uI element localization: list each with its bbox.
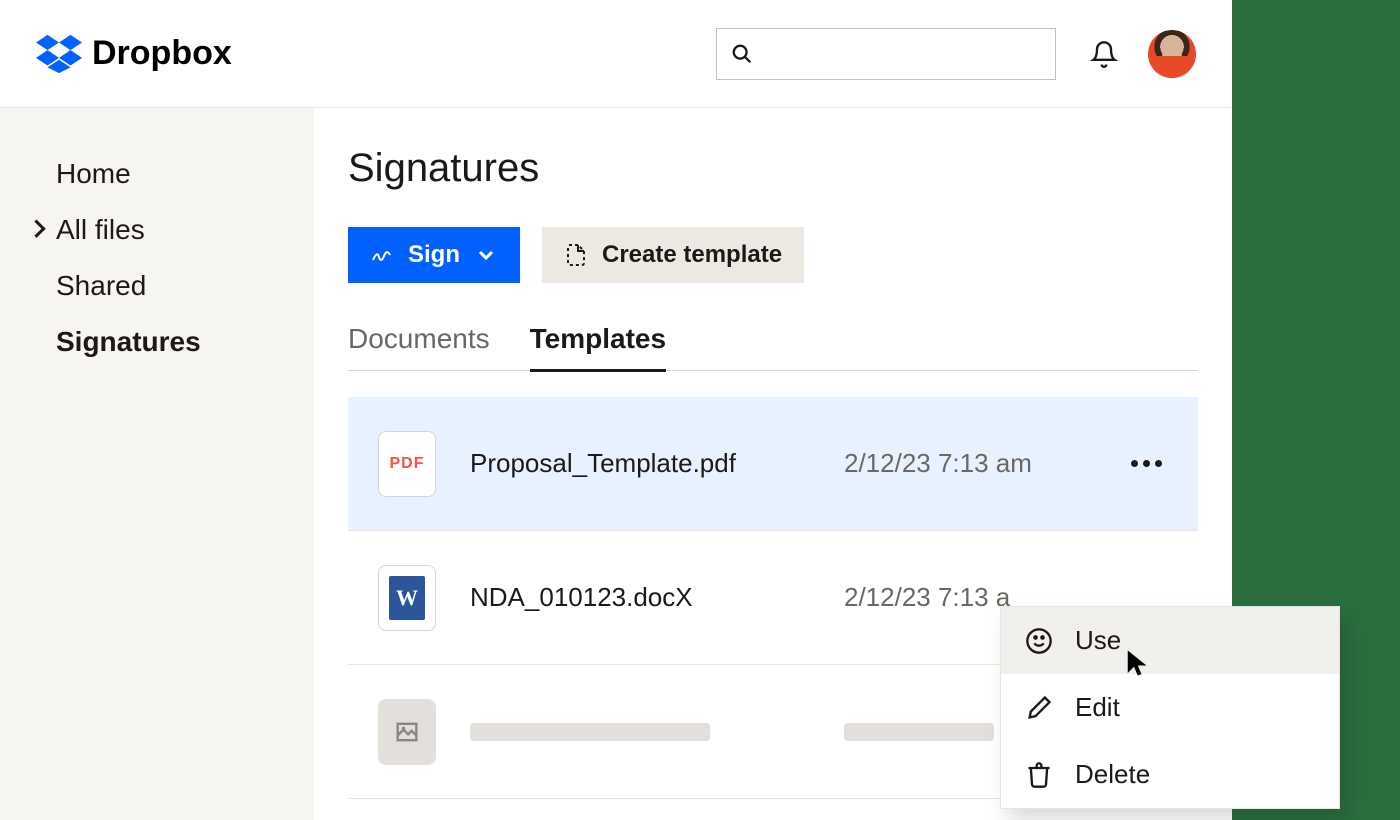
- sign-button[interactable]: Sign: [348, 227, 520, 283]
- sidebar-item-label: All files: [56, 214, 145, 245]
- create-template-label: Create template: [602, 241, 782, 269]
- more-actions-button[interactable]: [1124, 460, 1168, 467]
- context-menu-label: Use: [1075, 625, 1121, 656]
- context-menu-label: Edit: [1075, 692, 1120, 723]
- brand-name: Dropbox: [92, 34, 232, 73]
- tab-templates[interactable]: Templates: [530, 323, 666, 372]
- main: Signatures Sign Create temp: [314, 108, 1232, 820]
- chevron-down-icon: [474, 243, 498, 267]
- sidebar-item-signatures[interactable]: Signatures: [0, 314, 314, 370]
- page-title: Signatures: [348, 146, 1198, 191]
- sign-button-label: Sign: [408, 241, 460, 269]
- file-date: 2/12/23 7:13 am: [844, 448, 1090, 479]
- sidebar-item-home[interactable]: Home: [0, 146, 314, 202]
- smile-icon: [1025, 627, 1053, 655]
- sidebar: Home All files Shared Signatures: [0, 108, 314, 820]
- search-input[interactable]: [716, 28, 1056, 80]
- docx-icon: [378, 565, 436, 631]
- sidebar-item-label: Home: [56, 158, 131, 189]
- file-name-skeleton: [470, 723, 810, 741]
- template-icon: [564, 243, 588, 267]
- context-menu: Use Edit Delete: [1000, 606, 1340, 809]
- header: Dropbox: [0, 0, 1232, 108]
- file-name: Proposal_Template.pdf: [470, 448, 810, 479]
- context-menu-delete[interactable]: Delete: [1001, 741, 1339, 808]
- context-menu-label: Delete: [1075, 759, 1150, 790]
- pencil-icon: [1025, 694, 1053, 722]
- sidebar-item-label: Shared: [56, 270, 146, 301]
- image-placeholder-icon: [378, 699, 436, 765]
- trash-icon: [1025, 761, 1053, 789]
- search-icon: [731, 43, 753, 65]
- notifications-icon[interactable]: [1090, 40, 1118, 68]
- signature-icon: [370, 243, 394, 267]
- dropbox-icon: [36, 34, 82, 74]
- pdf-icon: PDF: [378, 431, 436, 497]
- tab-documents[interactable]: Documents: [348, 323, 490, 372]
- sidebar-item-label: Signatures: [56, 326, 201, 357]
- tabs: Documents Templates: [348, 323, 1198, 371]
- create-template-button[interactable]: Create template: [542, 227, 804, 283]
- sidebar-item-shared[interactable]: Shared: [0, 258, 314, 314]
- context-menu-use[interactable]: Use: [1001, 607, 1339, 674]
- logo[interactable]: Dropbox: [36, 34, 232, 74]
- cursor-icon: [1124, 648, 1154, 678]
- avatar[interactable]: [1148, 30, 1196, 78]
- context-menu-edit[interactable]: Edit: [1001, 674, 1339, 741]
- table-row[interactable]: PDF Proposal_Template.pdf 2/12/23 7:13 a…: [348, 397, 1198, 531]
- action-row: Sign Create template: [348, 227, 1198, 283]
- file-name: NDA_010123.docX: [470, 582, 810, 613]
- sidebar-item-all-files[interactable]: All files: [0, 202, 314, 258]
